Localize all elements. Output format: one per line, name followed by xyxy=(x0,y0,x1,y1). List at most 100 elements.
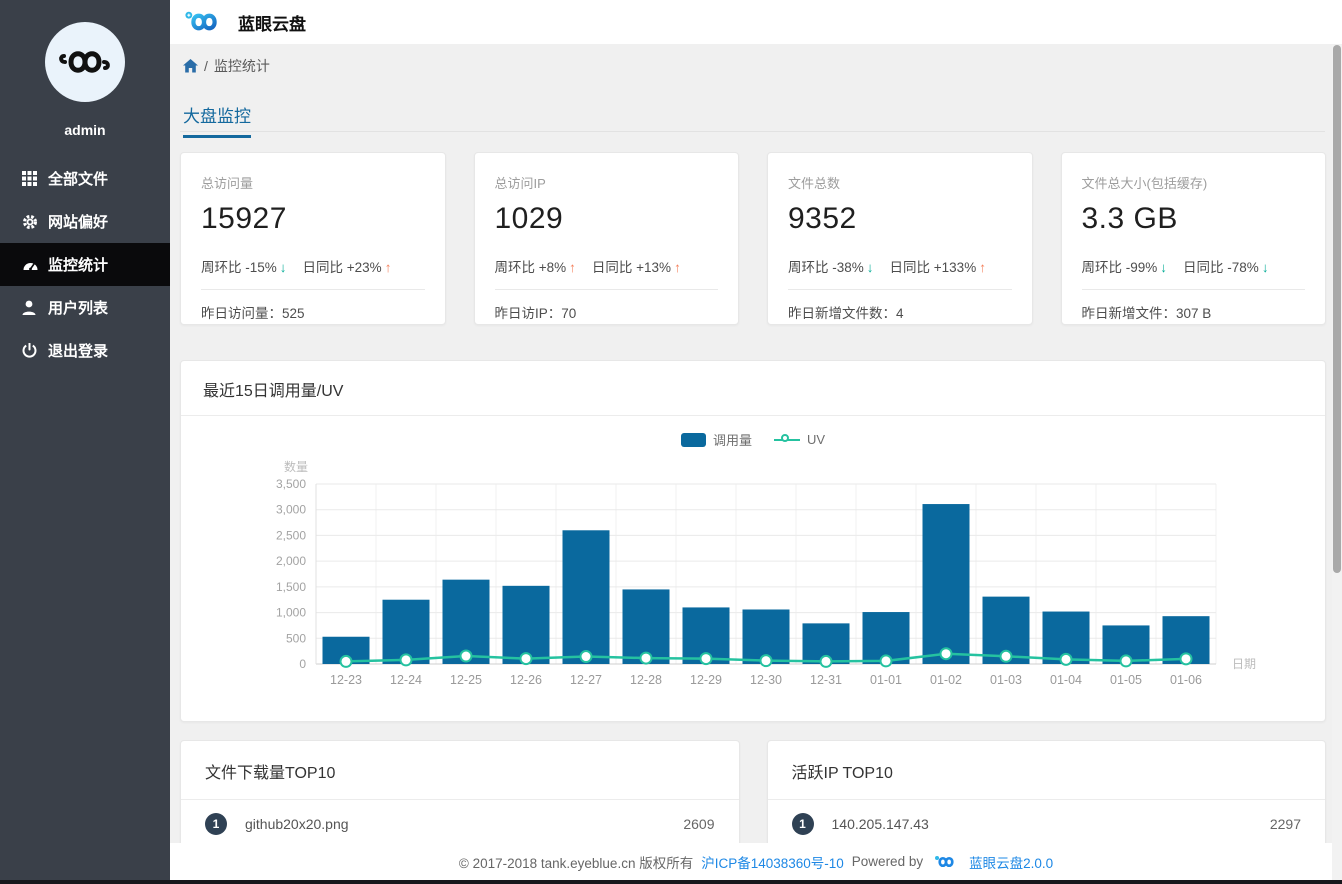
trend: 周环比 -15% ↓ xyxy=(201,260,287,275)
sidebar-item-monitoring[interactable]: 监控统计 xyxy=(0,243,170,286)
svg-text:12-28: 12-28 xyxy=(630,673,662,687)
svg-text:500: 500 xyxy=(286,631,306,645)
stat-trends: 周环比 -99% ↓ 日同比 -78% ↓ xyxy=(1082,256,1306,276)
trend: 日同比 +23% ↑ xyxy=(302,260,392,275)
trend: 日同比 +133% ↑ xyxy=(889,260,986,275)
visit-count: 2297 xyxy=(1269,816,1301,832)
trend: 日同比 -78% ↓ xyxy=(1183,260,1269,275)
stat-value: 3.3 GB xyxy=(1081,202,1178,235)
svg-text:3,000: 3,000 xyxy=(276,503,306,517)
legend-item-bar[interactable]: 调用量 xyxy=(680,430,752,449)
svg-text:12-31: 12-31 xyxy=(810,673,842,687)
legend-label: 调用量 xyxy=(712,433,752,448)
trend: 周环比 -99% ↓ xyxy=(1081,260,1168,275)
stat-card-total-ips: 总访问IP 1029 周环比 +8% ↑ 日同比 +13% ↑ 昨日访IP：70 xyxy=(473,152,739,325)
stat-value: 1029 xyxy=(494,202,564,235)
legend-item-line[interactable]: UV xyxy=(773,432,825,447)
gear-icon xyxy=(22,214,48,230)
svg-text:01-03: 01-03 xyxy=(990,673,1022,687)
stat-footer: 昨日新增文件数：4 xyxy=(788,306,904,321)
dashboard-screen: admin 全部文件 网站偏好 监控统计 用户列表 退出登录 蓝眼云盘 / 监控… xyxy=(0,0,1342,884)
stat-cards: 总访问量 15927 周环比 -15% ↓ 日同比 +23% ↑ 昨日访问量：525… xyxy=(180,152,1326,325)
user-icon xyxy=(22,300,48,315)
grid-icon xyxy=(22,171,48,186)
svg-text:01-06: 01-06 xyxy=(1170,673,1202,687)
stat-value: 9352 xyxy=(788,202,857,235)
stat-label: 文件总大小(包括缓存) xyxy=(1081,176,1208,191)
sidebar-item-preferences[interactable]: 网站偏好 xyxy=(0,200,170,243)
rank-badge: 1 xyxy=(791,813,814,835)
breadcrumb-separator: / xyxy=(204,58,208,74)
stat-label: 文件总数 xyxy=(788,176,841,191)
stat-card-total-files: 文件总数 9352 周环比 -38% ↓ 日同比 +133% ↑ 昨日新增文件数：4 xyxy=(767,152,1033,325)
trend-up-icon: ↑ xyxy=(569,260,576,275)
version-link[interactable]: 蓝眼云盘2.0.0 xyxy=(969,852,1053,872)
copyright-text: © 2017-2018 tank.eyeblue.cn 版权所有 xyxy=(458,855,694,871)
svg-text:12-27: 12-27 xyxy=(570,673,602,687)
sidebar-item-label: 网站偏好 xyxy=(48,214,109,231)
svg-text:12-26: 12-26 xyxy=(510,673,542,687)
icp-link[interactable]: 沪ICP备14038360号-10 xyxy=(701,852,844,872)
svg-text:01-04: 01-04 xyxy=(1050,673,1082,687)
stat-trends: 周环比 +8% ↑ 日同比 +13% ↑ xyxy=(495,256,719,276)
username: admin xyxy=(64,122,106,138)
header: 蓝眼云盘 xyxy=(170,0,1342,44)
power-icon xyxy=(22,343,48,358)
svg-text:数量: 数量 xyxy=(284,459,308,474)
window-bottom-edge xyxy=(0,880,1342,884)
sidebar-item-label: 用户列表 xyxy=(48,300,109,317)
sidebar-item-label: 退出登录 xyxy=(48,343,109,360)
svg-text:2,000: 2,000 xyxy=(276,554,306,568)
divider xyxy=(181,415,1325,416)
avatar[interactable] xyxy=(45,22,125,102)
infinity-logo-icon xyxy=(59,51,110,73)
svg-text:01-05: 01-05 xyxy=(1110,673,1142,687)
svg-text:01-01: 01-01 xyxy=(870,673,902,687)
app-logo-icon[interactable] xyxy=(182,7,226,37)
trend: 周环比 -38% ↓ xyxy=(788,260,874,275)
trend-down-icon: ↓ xyxy=(279,260,287,275)
stat-label: 总访问量 xyxy=(201,176,254,191)
svg-text:3,500: 3,500 xyxy=(276,477,306,491)
sidebar-item-logout[interactable]: 退出登录 xyxy=(0,329,170,372)
dashboard-icon xyxy=(22,257,48,272)
sidebar-item-all-files[interactable]: 全部文件 xyxy=(0,157,170,200)
chart-legend: 调用量 UV xyxy=(181,430,1325,449)
trend: 日同比 +13% ↑ xyxy=(591,260,681,275)
svg-text:12-25: 12-25 xyxy=(450,673,482,687)
uv-chart: 0 500 1,000 1,500 2,000 2,500 3,000 3,500 数量日期 12… xyxy=(276,459,1256,687)
bar-swatch-icon xyxy=(680,432,706,447)
breadcrumb: / 监控统计 xyxy=(183,56,270,76)
trend-up-icon: ↑ xyxy=(674,260,681,275)
sidebar: admin 全部文件 网站偏好 监控统计 用户列表 退出登录 xyxy=(0,0,170,884)
list-item: 1 github20x20.png 2609 xyxy=(181,800,739,848)
stat-trends: 周环比 -15% ↓ 日同比 +23% ↑ xyxy=(201,256,425,276)
svg-text:1,500: 1,500 xyxy=(276,580,306,594)
scrollbar-thumb[interactable] xyxy=(1333,45,1341,573)
line-swatch-icon xyxy=(773,433,800,445)
app-title: 蓝眼云盘 xyxy=(238,14,306,34)
stat-footer: 昨日新增文件：307 B xyxy=(1081,306,1212,321)
trend-down-icon: ↓ xyxy=(866,260,874,275)
stat-value: 15927 xyxy=(201,202,287,235)
list-title: 文件下载量TOP10 xyxy=(205,765,336,782)
home-icon[interactable] xyxy=(183,59,198,73)
tab-dashboard-monitor[interactable]: 大盘监控 xyxy=(183,102,251,138)
powered-by-text: Powered by xyxy=(851,854,924,869)
trend-up-icon: ↑ xyxy=(979,260,986,275)
stat-card-total-size: 文件总大小(包括缓存) 3.3 GB 周环比 -99% ↓ 日同比 -78% ↓ 昨… xyxy=(1060,152,1326,325)
svg-text:01-02: 01-02 xyxy=(930,673,962,687)
stat-card-total-visits: 总访问量 15927 周环比 -15% ↓ 日同比 +23% ↑ 昨日访问量：525 xyxy=(180,152,446,325)
stat-footer: 昨日访问量：525 xyxy=(201,306,305,321)
sidebar-item-label: 全部文件 xyxy=(48,171,109,188)
chart-title: 最近15日调用量/UV xyxy=(203,383,344,400)
stat-trends: 周环比 -38% ↓ 日同比 +133% ↑ xyxy=(788,256,1012,276)
svg-text:日期: 日期 xyxy=(1232,657,1256,671)
trend-down-icon: ↓ xyxy=(1261,260,1269,275)
stat-label: 总访问IP xyxy=(494,176,546,191)
list-item: 1 140.205.147.43 2297 xyxy=(768,800,1326,848)
ip-address: 140.205.147.43 xyxy=(831,816,929,832)
sidebar-item-users[interactable]: 用户列表 xyxy=(0,286,170,329)
svg-text:12-24: 12-24 xyxy=(390,673,422,687)
trend: 周环比 +8% ↑ xyxy=(494,260,576,275)
